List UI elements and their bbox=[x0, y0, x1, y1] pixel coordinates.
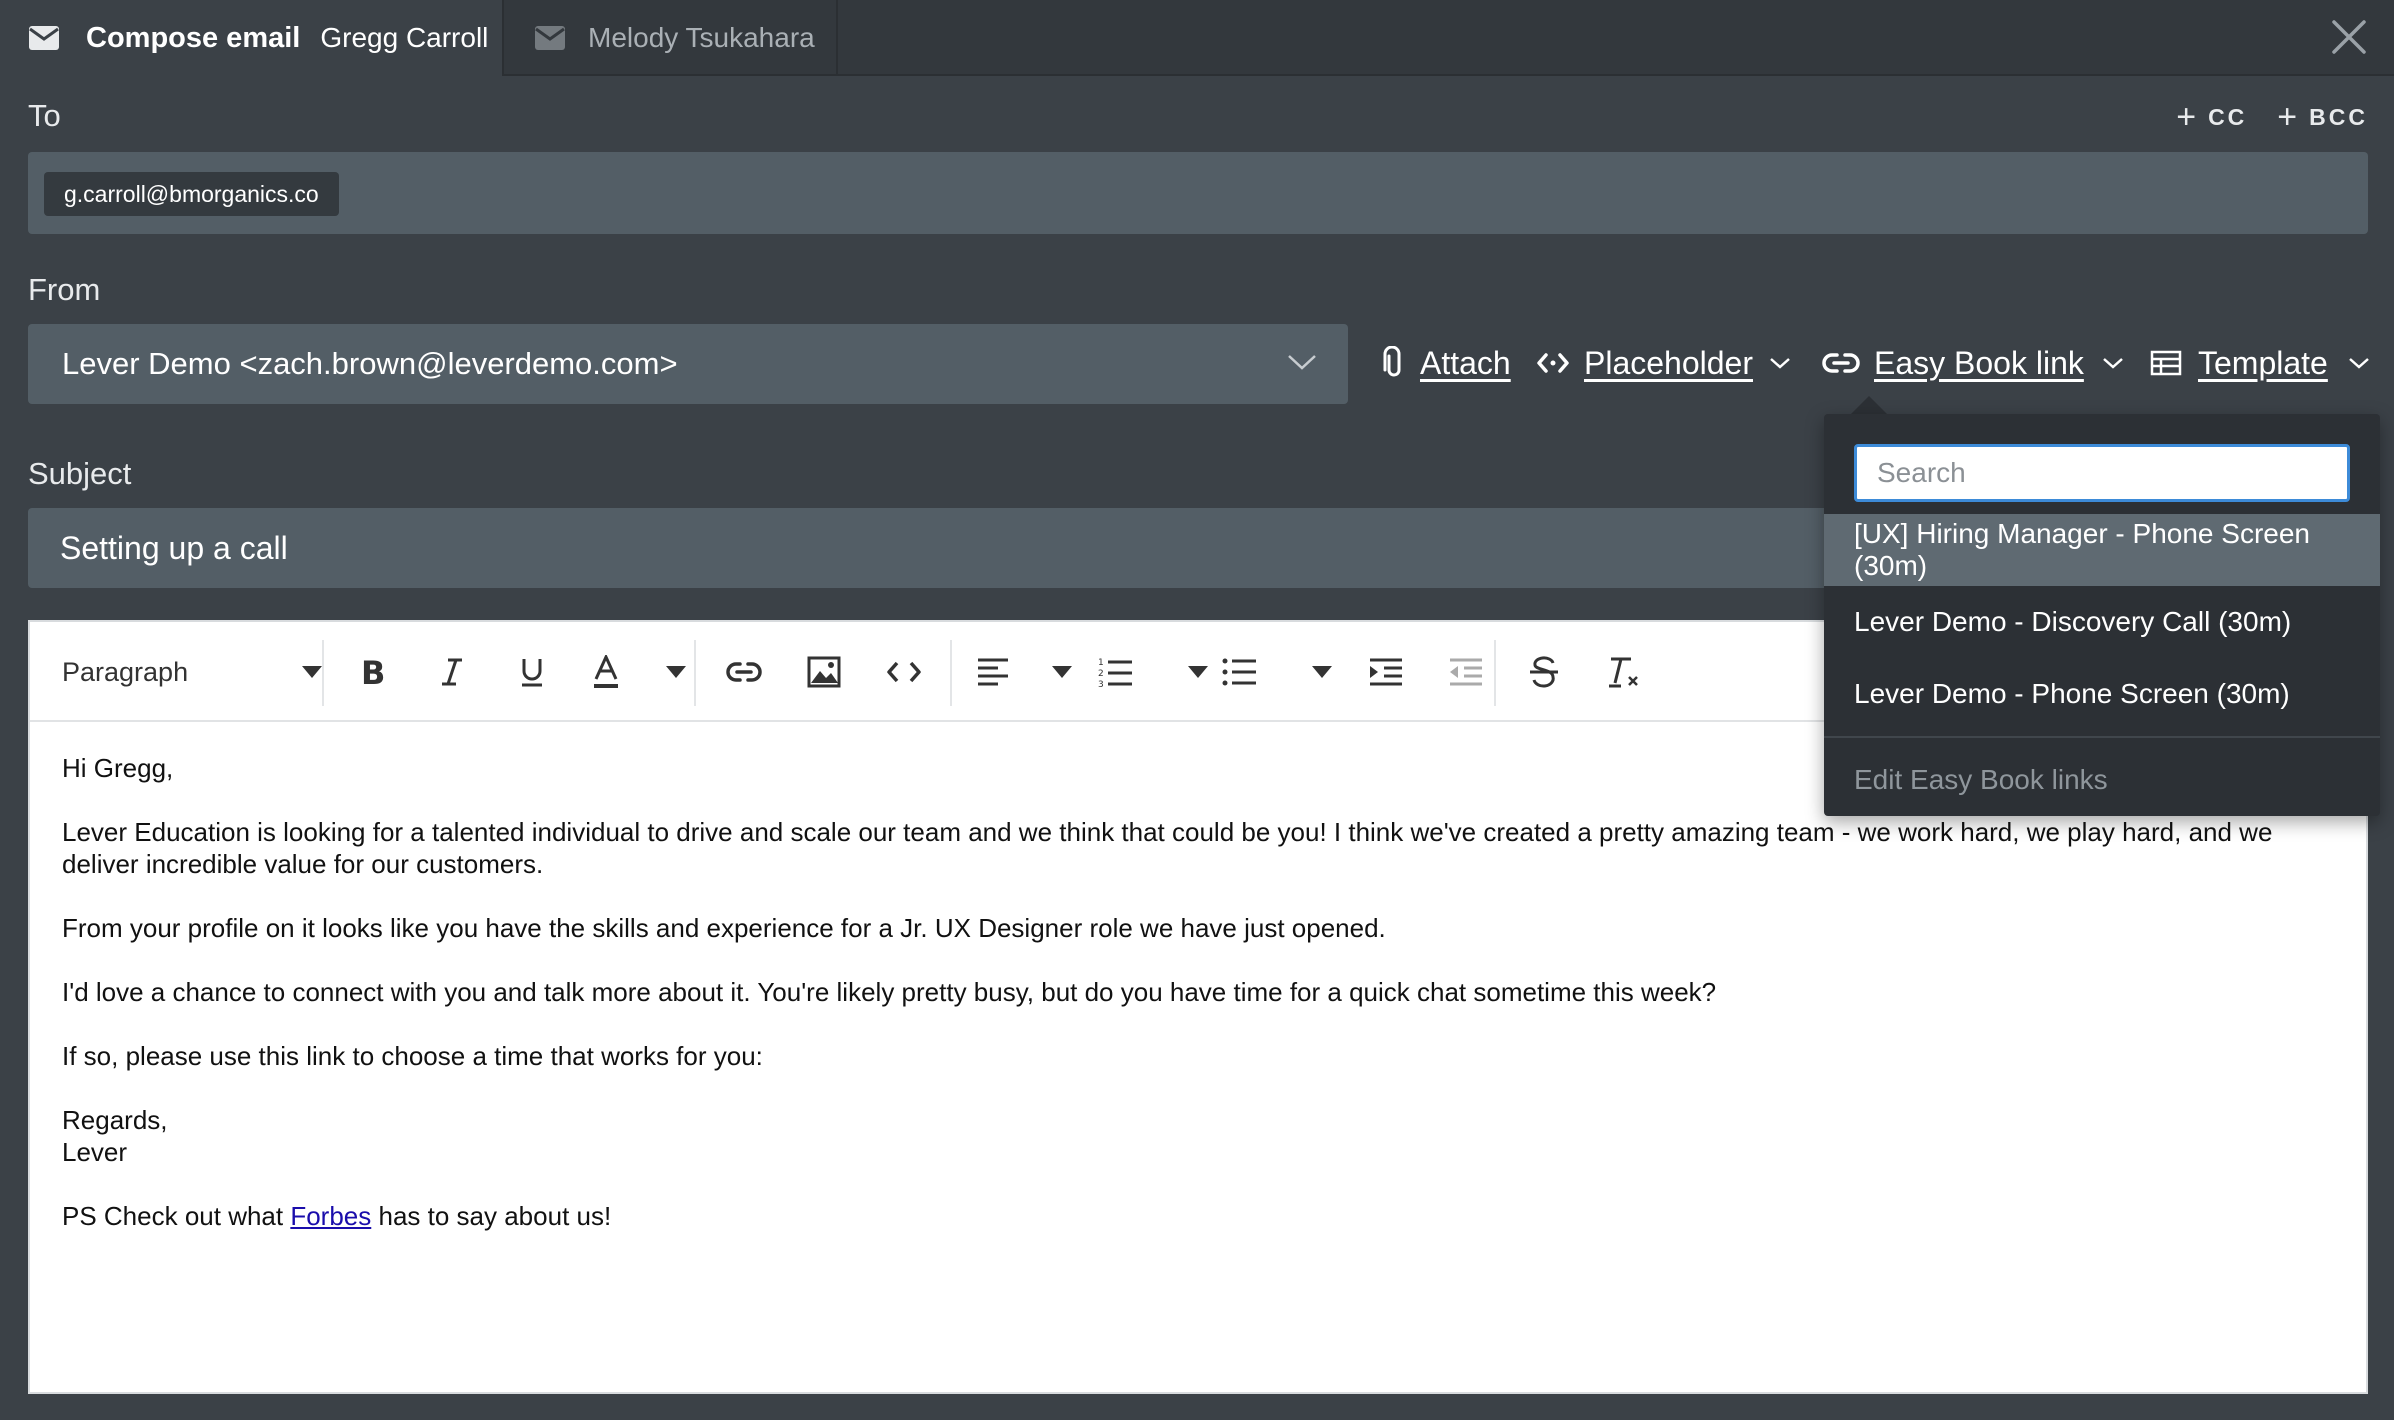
insert-link-button[interactable] bbox=[722, 650, 766, 694]
link-icon bbox=[726, 662, 762, 682]
caret-down-icon bbox=[1312, 666, 1332, 678]
plus-icon: + bbox=[2277, 98, 2298, 136]
caret-down-icon bbox=[1188, 666, 1208, 678]
caret-down-icon bbox=[302, 666, 322, 678]
recipient-chip[interactable]: g.carroll@bmorganics.co bbox=[44, 172, 339, 216]
underline-button[interactable] bbox=[510, 650, 554, 694]
dropdown-divider bbox=[1824, 736, 2380, 738]
to-field[interactable]: g.carroll@bmorganics.co bbox=[28, 152, 2368, 234]
chevron-down-icon bbox=[2349, 358, 2369, 369]
clear-formatting-button[interactable] bbox=[1602, 650, 1646, 694]
code-brackets-icon bbox=[1537, 353, 1569, 373]
bold-button[interactable]: B bbox=[350, 650, 394, 694]
numbered-list-button[interactable]: 1 2 3 bbox=[1098, 650, 1208, 694]
tab-recipient-name: Gregg Carroll bbox=[320, 22, 489, 53]
indent-button[interactable] bbox=[1364, 650, 1408, 694]
svg-text:1: 1 bbox=[1098, 658, 1104, 668]
image-icon bbox=[807, 656, 841, 688]
from-label: From bbox=[28, 272, 101, 307]
placeholder-button[interactable]: Placeholder bbox=[1536, 340, 1791, 386]
subject-value: Setting up a call bbox=[60, 529, 288, 566]
cc-bcc-links: + CC + BCC bbox=[2176, 100, 2368, 134]
add-cc-button[interactable]: + CC bbox=[2176, 100, 2247, 134]
dropdown-caret bbox=[1849, 396, 1889, 416]
source-code-button[interactable] bbox=[882, 650, 926, 694]
chevron-down-icon bbox=[1288, 355, 1316, 370]
body-paragraph: Lever Education is looking for a talente… bbox=[62, 817, 2273, 879]
paperclip-icon bbox=[1383, 346, 1401, 377]
clear-formatting-icon bbox=[1609, 657, 1638, 688]
body-ps: PS Check out what Forbes has to say abou… bbox=[62, 1201, 612, 1231]
numbered-list-icon: 1 2 3 bbox=[1098, 658, 1132, 688]
body-signoff: Regards, Lever bbox=[62, 1105, 168, 1167]
chevron-down-icon bbox=[1770, 358, 1790, 369]
body-paragraph: From your profile on it looks like you h… bbox=[62, 913, 1386, 943]
envelope-icon bbox=[29, 26, 59, 50]
to-label: To bbox=[28, 98, 61, 133]
italic-button[interactable] bbox=[430, 650, 474, 694]
block-format-select[interactable]: Paragraph bbox=[62, 650, 322, 694]
bold-icon: B bbox=[361, 656, 385, 688]
text-color-button[interactable] bbox=[590, 650, 686, 694]
email-body[interactable]: Hi Gregg, Lever Education is looking for… bbox=[62, 752, 2352, 1264]
body-paragraph: If so, please use this link to choose a … bbox=[62, 1041, 763, 1071]
strikethrough-icon bbox=[1530, 656, 1558, 688]
caret-down-icon bbox=[1052, 666, 1072, 678]
tab-recipient-name: Melody Tsukahara bbox=[588, 22, 815, 53]
tab-title: Compose email bbox=[86, 21, 301, 54]
tab-bar: Compose email Gregg Carroll Melody Tsuka… bbox=[0, 0, 2394, 76]
outdent-icon bbox=[1450, 658, 1482, 686]
tab-melody-tsukahara[interactable]: Melody Tsukahara bbox=[504, 0, 838, 76]
close-button[interactable] bbox=[2326, 14, 2372, 60]
text-color-icon bbox=[594, 655, 618, 688]
from-select[interactable]: Lever Demo <zach.brown@leverdemo.com> bbox=[28, 324, 1348, 404]
easy-book-link-button[interactable]: Easy Book link bbox=[1822, 340, 2124, 386]
tab-compose-gregg-carroll[interactable]: Compose email Gregg Carroll bbox=[0, 0, 504, 76]
caret-down-icon bbox=[666, 666, 686, 678]
svg-text:2: 2 bbox=[1098, 669, 1104, 679]
envelope-icon bbox=[535, 26, 565, 50]
toolbar-divider bbox=[322, 640, 324, 706]
toolbar-divider bbox=[950, 640, 952, 706]
italic-icon bbox=[442, 658, 462, 686]
insert-image-button[interactable] bbox=[802, 650, 846, 694]
toolbar-divider bbox=[1494, 640, 1496, 706]
svg-text:3: 3 bbox=[1098, 680, 1104, 688]
outdent-button[interactable] bbox=[1444, 650, 1488, 694]
easy-book-option[interactable]: Lever Demo - Discovery Call (30m) bbox=[1824, 586, 2380, 658]
table-icon bbox=[2150, 350, 2182, 376]
edit-easy-book-links[interactable]: Edit Easy Book links bbox=[1854, 764, 2108, 796]
forbes-link[interactable]: Forbes bbox=[290, 1201, 371, 1231]
easy-book-dropdown: [UX] Hiring Manager - Phone Screen (30m)… bbox=[1824, 414, 2380, 816]
align-left-icon bbox=[978, 658, 1008, 686]
easy-book-option[interactable]: Lever Demo - Phone Screen (30m) bbox=[1824, 658, 2380, 730]
align-button[interactable] bbox=[976, 650, 1072, 694]
strikethrough-button[interactable] bbox=[1522, 650, 1566, 694]
link-icon bbox=[1822, 353, 1860, 373]
code-icon bbox=[887, 661, 921, 683]
add-bcc-button[interactable]: + BCC bbox=[2277, 100, 2368, 134]
chevron-down-icon bbox=[2103, 358, 2123, 369]
underline-icon bbox=[522, 659, 542, 687]
toolbar-divider bbox=[694, 640, 696, 706]
close-icon bbox=[2332, 20, 2366, 54]
plus-icon: + bbox=[2176, 98, 2197, 136]
easy-book-search-input[interactable] bbox=[1854, 444, 2350, 502]
bullet-list-button[interactable] bbox=[1222, 650, 1332, 694]
body-paragraph: I'd love a chance to connect with you an… bbox=[62, 977, 1717, 1007]
svg-text:B: B bbox=[361, 656, 385, 688]
easy-book-option[interactable]: [UX] Hiring Manager - Phone Screen (30m) bbox=[1824, 514, 2380, 586]
bullet-list-icon bbox=[1222, 658, 1256, 686]
indent-icon bbox=[1370, 658, 1402, 686]
template-button[interactable]: Template bbox=[2150, 340, 2370, 386]
attach-button[interactable]: Attach bbox=[1380, 340, 1511, 386]
from-value: Lever Demo <zach.brown@leverdemo.com> bbox=[62, 346, 678, 381]
subject-label: Subject bbox=[28, 456, 132, 491]
